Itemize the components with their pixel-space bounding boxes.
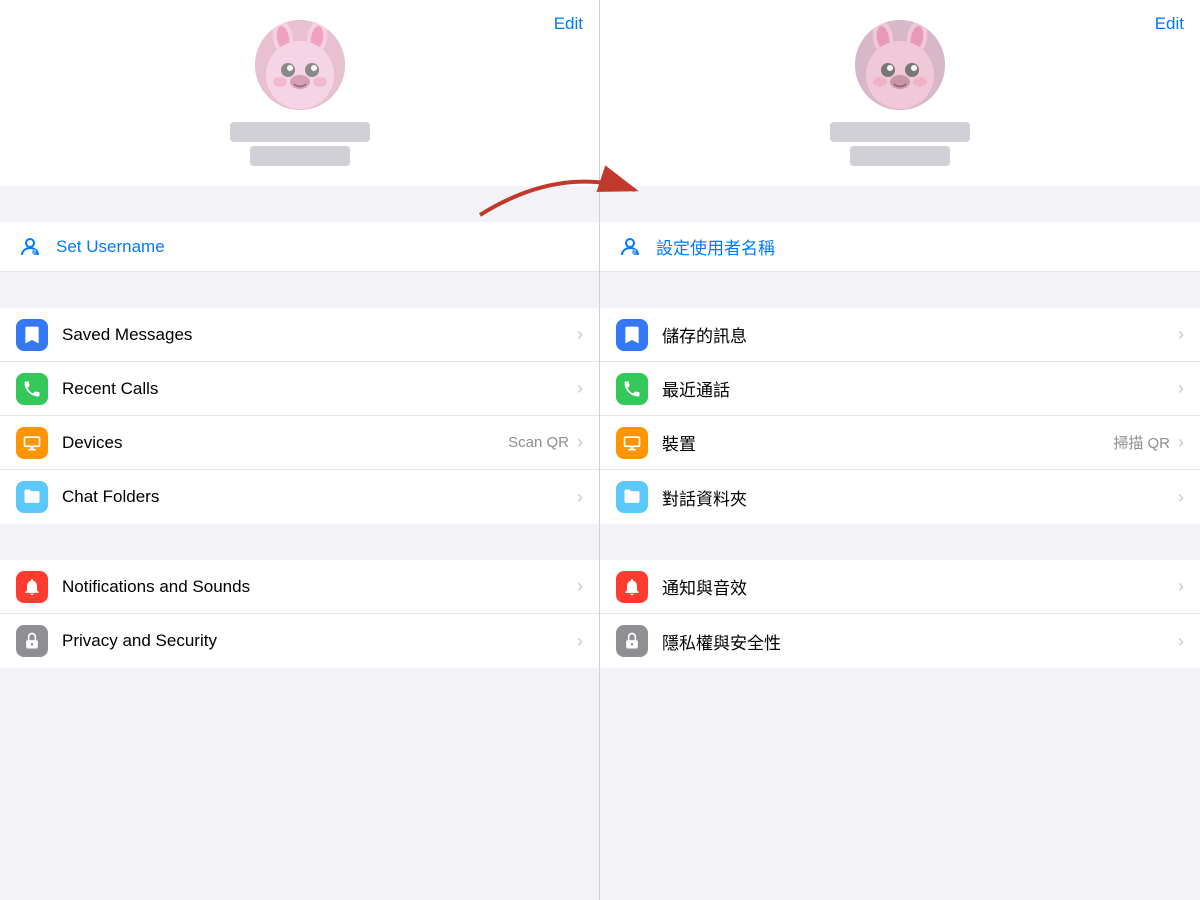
left-notifications-accessory: › bbox=[573, 576, 583, 597]
left-divider-2 bbox=[0, 272, 599, 308]
left-devices-icon bbox=[16, 427, 48, 459]
left-name-block bbox=[230, 122, 370, 166]
right-divider-2 bbox=[600, 272, 1200, 308]
left-privacy-accessory: › bbox=[573, 631, 583, 652]
right-notifications-icon bbox=[616, 571, 648, 603]
left-menu-group-1: Saved Messages › Recent Calls › bbox=[0, 308, 599, 524]
right-chat-folders-chevron: › bbox=[1178, 487, 1184, 508]
left-privacy-chevron: › bbox=[577, 631, 583, 652]
left-recent-calls-label: Recent Calls bbox=[62, 379, 573, 399]
right-chat-folders-label: 對話資料夾 bbox=[662, 485, 1174, 510]
left-saved-messages-item[interactable]: Saved Messages › bbox=[0, 308, 599, 362]
left-devices-chevron: › bbox=[577, 432, 583, 453]
left-panel: Edit bbox=[0, 0, 600, 900]
left-chat-folders-chevron: › bbox=[577, 487, 583, 508]
right-recent-calls-icon bbox=[616, 373, 648, 405]
left-devices-accessory: Scan QR › bbox=[508, 432, 583, 453]
left-devices-item[interactable]: Devices Scan QR › bbox=[0, 416, 599, 470]
right-panel: Edit bbox=[600, 0, 1200, 900]
left-privacy-icon bbox=[16, 625, 48, 657]
right-name-blur-1 bbox=[830, 122, 970, 142]
main-container: Edit bbox=[0, 0, 1200, 900]
right-divider-3 bbox=[600, 524, 1200, 560]
left-username-label: Set Username bbox=[56, 237, 583, 257]
right-recent-calls-label: 最近通話 bbox=[662, 376, 1174, 401]
left-menu-group-2: Notifications and Sounds › Privacy and S… bbox=[0, 560, 599, 668]
right-edit-button[interactable]: Edit bbox=[1155, 14, 1184, 34]
right-username-label: 設定使用者名稱 bbox=[656, 234, 1184, 259]
right-chat-folders-item[interactable]: 對話資料夾 › bbox=[600, 470, 1200, 524]
left-chat-folders-accessory: › bbox=[573, 487, 583, 508]
left-divider-3 bbox=[0, 524, 599, 560]
right-devices-label: 裝置 bbox=[662, 430, 1113, 455]
svg-text:@: @ bbox=[631, 249, 636, 255]
left-devices-scan-label: Scan QR bbox=[508, 434, 569, 451]
right-menu-group-1: 儲存的訊息 › 最近通話 › 裝置 掃描 bbox=[600, 308, 1200, 524]
right-devices-chevron: › bbox=[1178, 432, 1184, 453]
right-saved-messages-label: 儲存的訊息 bbox=[662, 322, 1174, 347]
right-notifications-label: 通知與音效 bbox=[662, 574, 1174, 599]
left-saved-messages-chevron: › bbox=[577, 324, 583, 345]
left-avatar bbox=[255, 20, 345, 110]
right-chat-folders-icon bbox=[616, 481, 648, 513]
right-devices-item[interactable]: 裝置 掃描 QR › bbox=[600, 416, 1200, 470]
left-notifications-item[interactable]: Notifications and Sounds › bbox=[0, 560, 599, 614]
right-recent-calls-accessory: › bbox=[1174, 378, 1184, 399]
left-chat-folders-item[interactable]: Chat Folders › bbox=[0, 470, 599, 524]
left-recent-calls-icon bbox=[16, 373, 48, 405]
right-privacy-item[interactable]: 隱私權與安全性 › bbox=[600, 614, 1200, 668]
right-chat-folders-accessory: › bbox=[1174, 487, 1184, 508]
left-username-icon: @ bbox=[16, 233, 44, 261]
right-saved-messages-icon bbox=[616, 319, 648, 351]
left-recent-calls-item[interactable]: Recent Calls › bbox=[0, 362, 599, 416]
left-saved-messages-accessory: › bbox=[573, 324, 583, 345]
left-profile-section: Edit bbox=[0, 0, 599, 186]
right-devices-scan-label: 掃描 QR bbox=[1113, 432, 1170, 453]
left-notifications-chevron: › bbox=[577, 576, 583, 597]
left-saved-messages-icon bbox=[16, 319, 48, 351]
left-divider-1 bbox=[0, 186, 599, 222]
right-privacy-chevron: › bbox=[1178, 631, 1184, 652]
left-name-blur-1 bbox=[230, 122, 370, 142]
left-chat-folders-label: Chat Folders bbox=[62, 487, 573, 507]
right-divider-1 bbox=[600, 186, 1200, 222]
left-recent-calls-chevron: › bbox=[577, 378, 583, 399]
right-username-icon: @ bbox=[616, 233, 644, 261]
right-name-blur-2 bbox=[850, 146, 950, 166]
right-privacy-label: 隱私權與安全性 bbox=[662, 629, 1174, 654]
right-recent-calls-item[interactable]: 最近通話 › bbox=[600, 362, 1200, 416]
right-profile-section: Edit bbox=[600, 0, 1200, 186]
left-username-row[interactable]: @ Set Username bbox=[0, 222, 599, 272]
right-saved-messages-item[interactable]: 儲存的訊息 › bbox=[600, 308, 1200, 362]
left-recent-calls-accessory: › bbox=[573, 378, 583, 399]
left-chat-folders-icon bbox=[16, 481, 48, 513]
right-recent-calls-chevron: › bbox=[1178, 378, 1184, 399]
left-notifications-icon bbox=[16, 571, 48, 603]
left-edit-button[interactable]: Edit bbox=[554, 14, 583, 34]
right-menu-group-2: 通知與音效 › 隱私權與安全性 › bbox=[600, 560, 1200, 668]
left-name-blur-2 bbox=[250, 146, 350, 166]
right-saved-messages-accessory: › bbox=[1174, 324, 1184, 345]
right-avatar bbox=[855, 20, 945, 110]
right-devices-accessory: 掃描 QR › bbox=[1113, 432, 1184, 453]
right-devices-icon bbox=[616, 427, 648, 459]
right-notifications-chevron: › bbox=[1178, 576, 1184, 597]
left-devices-label: Devices bbox=[62, 433, 508, 453]
right-privacy-icon bbox=[616, 625, 648, 657]
left-privacy-label: Privacy and Security bbox=[62, 631, 573, 651]
left-notifications-label: Notifications and Sounds bbox=[62, 577, 573, 597]
right-saved-messages-chevron: › bbox=[1178, 324, 1184, 345]
right-name-block bbox=[830, 122, 970, 166]
right-notifications-accessory: › bbox=[1174, 576, 1184, 597]
right-notifications-item[interactable]: 通知與音效 › bbox=[600, 560, 1200, 614]
left-privacy-item[interactable]: Privacy and Security › bbox=[0, 614, 599, 668]
right-username-row[interactable]: @ 設定使用者名稱 bbox=[600, 222, 1200, 272]
left-saved-messages-label: Saved Messages bbox=[62, 325, 573, 345]
right-privacy-accessory: › bbox=[1174, 631, 1184, 652]
svg-text:@: @ bbox=[31, 249, 36, 255]
